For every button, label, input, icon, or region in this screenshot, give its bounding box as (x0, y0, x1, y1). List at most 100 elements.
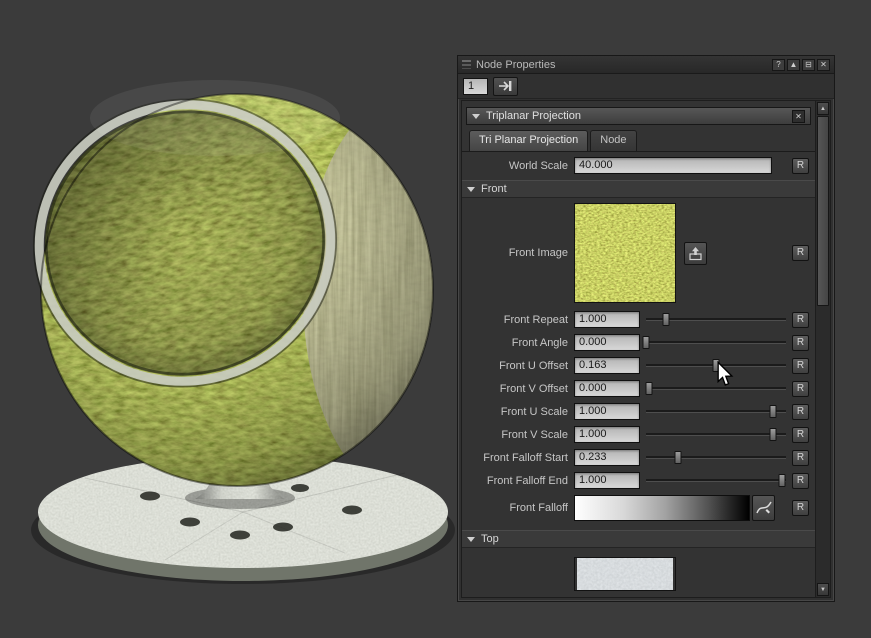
node-properties-panel: Node Properties ?▲⊟✕ 1 Triplanar Project… (457, 55, 835, 602)
slider-handle[interactable] (770, 405, 777, 418)
slider-row-front-falloff-end: Front Falloff End1.000 R (462, 469, 815, 492)
slider-reset-button[interactable]: R (792, 473, 809, 489)
slider-handle[interactable] (675, 451, 682, 464)
collapse-triangle-icon[interactable] (467, 187, 475, 192)
slider-track[interactable] (646, 404, 786, 419)
viewport (15, 28, 465, 606)
help-button[interactable]: ? (772, 59, 785, 71)
front-section-header[interactable]: Front (462, 180, 815, 198)
slider-track[interactable] (646, 473, 786, 488)
slider-track[interactable] (646, 450, 786, 465)
slider-track[interactable] (646, 335, 786, 350)
slider-value-field[interactable]: 1.000 (574, 426, 640, 443)
slider-label: Front Repeat (462, 314, 574, 326)
slider-reset-button[interactable]: R (792, 358, 809, 374)
scrollbar-thumb[interactable] (817, 116, 829, 306)
world-scale-label: World Scale (462, 160, 574, 172)
slider-handle[interactable] (713, 359, 720, 372)
front-sliders: Front Repeat1.000RFront Angle0.000RFront… (462, 308, 815, 492)
world-scale-reset-button[interactable]: R (792, 158, 809, 174)
slider-track[interactable] (646, 312, 786, 327)
slider-track-bar (646, 387, 786, 390)
arrow-into-node-icon (498, 80, 513, 92)
slider-handle[interactable] (778, 474, 785, 487)
slider-label: Front U Offset (462, 360, 574, 372)
slider-track[interactable] (646, 427, 786, 442)
slider-value-field[interactable]: 0.163 (574, 357, 640, 374)
top-section-header[interactable]: Top (462, 530, 815, 548)
node-title: Triplanar Projection (486, 110, 792, 122)
slider-handle[interactable] (643, 336, 650, 349)
world-scale-row: World Scale 40.000 R (462, 154, 815, 177)
edit-curve-button[interactable] (752, 495, 775, 521)
slider-track[interactable] (646, 358, 786, 373)
properties-form: Triplanar Projection ✕ Tri Planar Projec… (462, 101, 815, 597)
slider-reset-button[interactable]: R (792, 335, 809, 351)
collapse-triangle-icon[interactable] (472, 114, 480, 119)
slider-reset-button[interactable]: R (792, 312, 809, 328)
slider-row-front-v-scale: Front V Scale1.000R (462, 423, 815, 446)
window-buttons: ?▲⊟✕ (772, 59, 830, 71)
slider-label: Front Angle (462, 337, 574, 349)
front-image-reset-button[interactable]: R (792, 245, 809, 261)
node-header[interactable]: Triplanar Projection ✕ (466, 107, 811, 125)
slider-value-field[interactable]: 0.000 (574, 380, 640, 397)
slider-value-field[interactable]: 1.000 (574, 403, 640, 420)
slider-reset-button[interactable]: R (792, 404, 809, 420)
front-image-thumbnail[interactable] (574, 203, 676, 303)
slider-reset-button[interactable]: R (792, 381, 809, 397)
top-section-title: Top (481, 533, 499, 545)
slider-track-bar (646, 410, 786, 413)
front-section-title: Front (481, 183, 507, 195)
slider-label: Front U Scale (462, 406, 574, 418)
slider-handle[interactable] (770, 428, 777, 441)
slider-track-bar (646, 456, 786, 459)
load-image-icon (688, 246, 703, 261)
panel-toolbar: 1 (458, 74, 834, 99)
front-image-label: Front Image (462, 247, 574, 259)
tab-node[interactable]: Node (590, 130, 636, 151)
slider-track-bar (646, 479, 786, 482)
application-screen: Node Properties ?▲⊟✕ 1 Triplanar Project… (0, 0, 871, 638)
slider-value-field[interactable]: 1.000 (574, 311, 640, 328)
slider-handle[interactable] (662, 313, 669, 326)
slider-value-field[interactable]: 0.000 (574, 334, 640, 351)
slider-row-front-v-offset: Front V Offset0.000 R (462, 377, 815, 400)
close-button[interactable]: ✕ (817, 59, 830, 71)
tab-bar: Tri Planar ProjectionNode (462, 125, 815, 152)
front-falloff-row: Front Falloff R (462, 492, 815, 524)
tab-tri-planar-projection[interactable]: Tri Planar Projection (469, 130, 588, 151)
top-image-thumbnail[interactable] (574, 557, 676, 591)
slider-row-front-u-offset: Front U Offset0.163 R (462, 354, 815, 377)
load-image-button[interactable] (684, 242, 707, 265)
shader-ball-preview (15, 28, 465, 606)
edit-curve-icon (756, 500, 772, 516)
slider-handle[interactable] (645, 382, 652, 395)
panel-titlebar[interactable]: Node Properties ?▲⊟✕ (458, 56, 834, 74)
panel-grip-icon (462, 60, 471, 69)
front-falloff-gradient[interactable] (574, 495, 750, 521)
world-scale-field[interactable]: 40.000 (574, 157, 772, 174)
slider-label: Front Falloff End (462, 475, 574, 487)
slider-value-field[interactable]: 0.233 (574, 449, 640, 466)
apply-to-node-button[interactable] (493, 77, 518, 96)
node-close-button[interactable]: ✕ (792, 110, 805, 123)
index-field[interactable]: 1 (463, 78, 488, 95)
rollup-button[interactable]: ▲ (787, 59, 800, 71)
restore-button[interactable]: ⊟ (802, 59, 815, 71)
slider-label: Front V Offset (462, 383, 574, 395)
collapse-triangle-icon[interactable] (467, 537, 475, 542)
scroll-up-button[interactable]: ▲ (817, 102, 829, 115)
vertical-scrollbar[interactable]: ▲ ▼ (815, 101, 830, 597)
slider-row-front-u-scale: Front U Scale1.000 R (462, 400, 815, 423)
properties-content: Triplanar Projection ✕ Tri Planar Projec… (461, 100, 831, 598)
panel-title: Node Properties (476, 59, 556, 71)
slider-track-bar (646, 433, 786, 436)
slider-track[interactable] (646, 381, 786, 396)
top-image-row (462, 548, 815, 596)
slider-reset-button[interactable]: R (792, 450, 809, 466)
slider-value-field[interactable]: 1.000 (574, 472, 640, 489)
front-falloff-reset-button[interactable]: R (792, 500, 809, 516)
slider-reset-button[interactable]: R (792, 427, 809, 443)
scroll-down-button[interactable]: ▼ (817, 583, 829, 596)
